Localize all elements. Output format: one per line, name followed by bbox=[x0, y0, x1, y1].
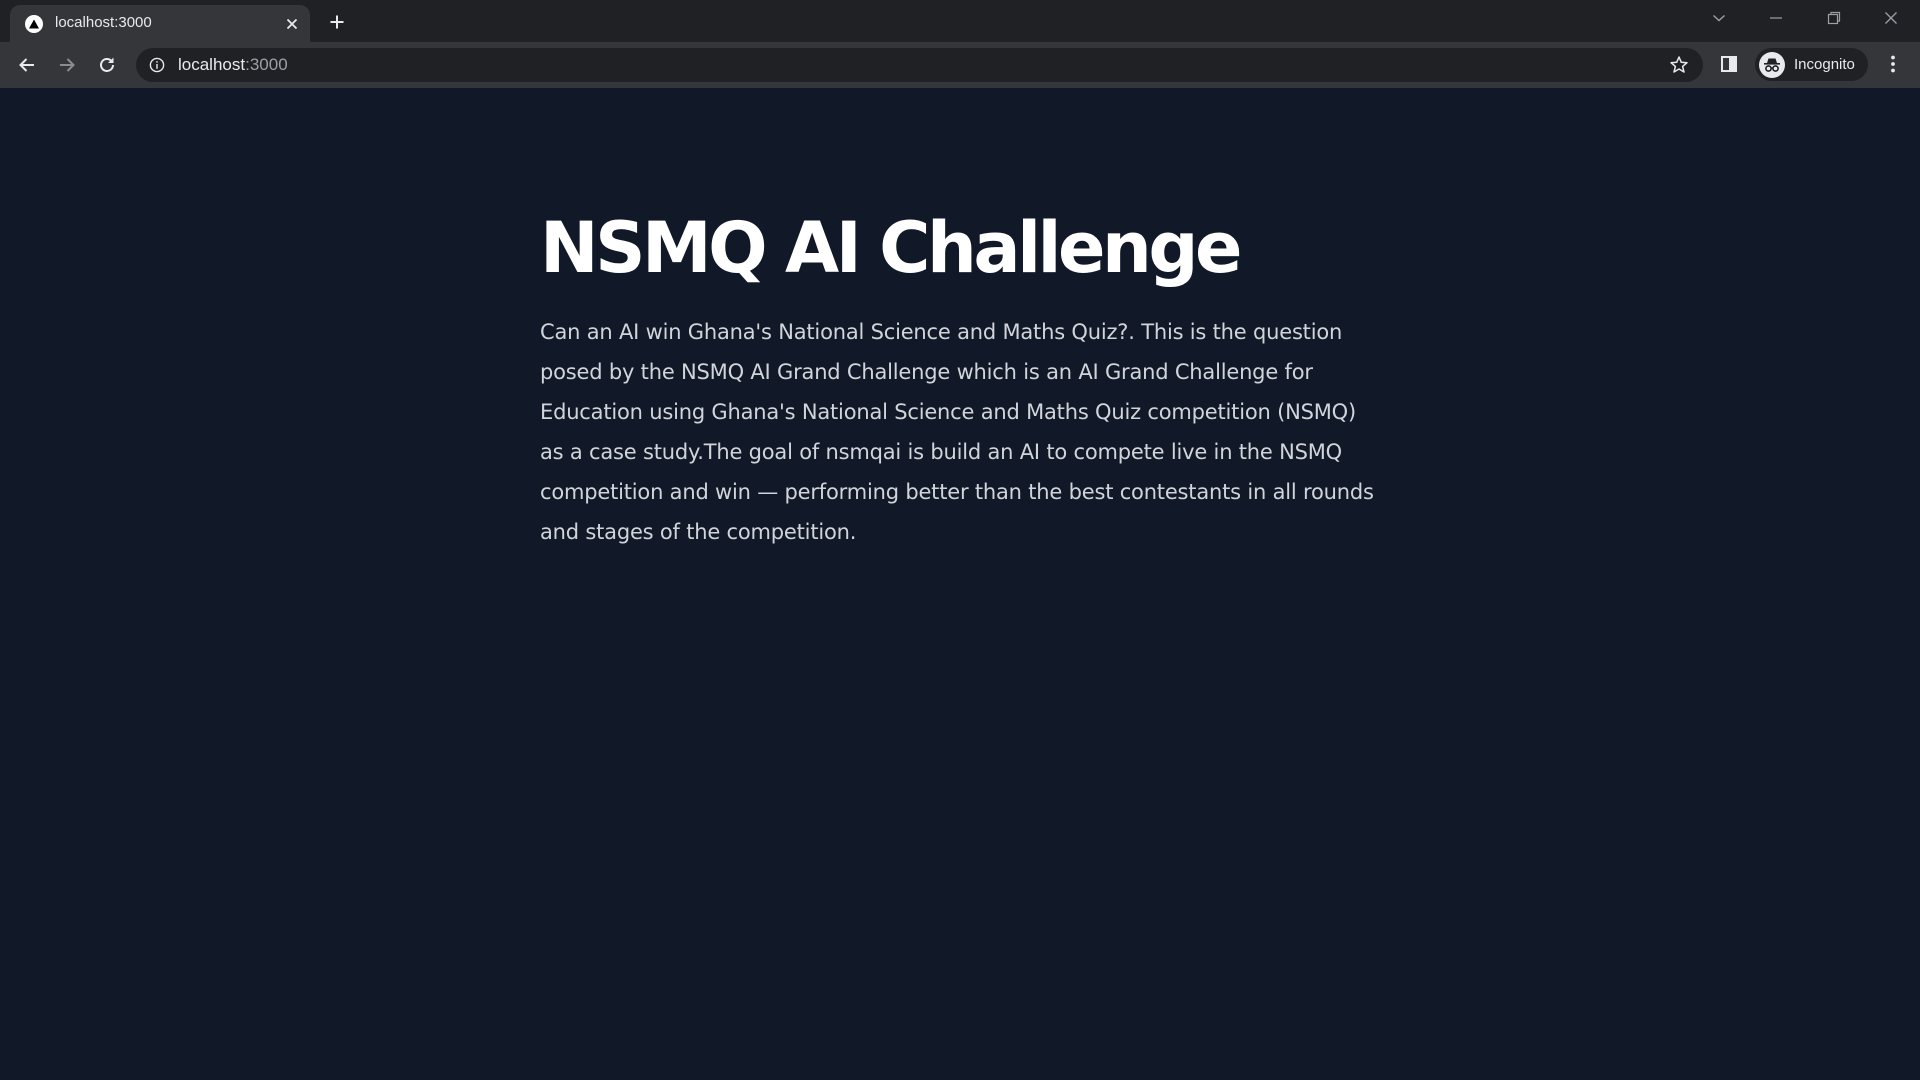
triangle-favicon-icon bbox=[25, 15, 43, 33]
page-description: Can an AI win Ghana's National Science a… bbox=[540, 320, 1374, 544]
tab-strip: localhost:3000 bbox=[0, 0, 1920, 42]
site-info-icon[interactable] bbox=[148, 56, 166, 74]
close-window-icon[interactable] bbox=[1876, 6, 1906, 30]
address-url[interactable]: localhost:3000 bbox=[178, 55, 288, 75]
address-bar[interactable]: localhost:3000 bbox=[136, 48, 1703, 82]
bookmark-star-icon[interactable] bbox=[1668, 54, 1690, 76]
hero-section: NSMQ AI Challenge Can an AI win Ghana's … bbox=[540, 206, 1380, 552]
browser-toolbar: localhost:3000 Incognito bbox=[0, 42, 1920, 89]
tab-search-chevron-down-icon[interactable] bbox=[1704, 6, 1734, 30]
page-title: NSMQ AI Challenge bbox=[540, 207, 1242, 289]
url-port: :3000 bbox=[245, 55, 288, 74]
new-tab-plus-icon[interactable] bbox=[325, 10, 349, 34]
side-panel-icon[interactable] bbox=[1716, 51, 1742, 77]
reload-icon[interactable] bbox=[93, 51, 121, 79]
browser-chrome: localhost:3000 localhost:3000 Incognito bbox=[0, 0, 1920, 89]
restore-window-icon[interactable] bbox=[1819, 6, 1849, 30]
incognito-profile-button[interactable]: Incognito bbox=[1755, 48, 1868, 81]
tab-title: localhost:3000 bbox=[55, 14, 152, 31]
minimize-icon[interactable] bbox=[1761, 6, 1791, 30]
page-body: NSMQ AI Challenge Can an AI win Ghana's … bbox=[0, 88, 1920, 1080]
url-host: localhost bbox=[178, 55, 246, 74]
more-menu-kebab-icon[interactable] bbox=[1880, 51, 1906, 77]
forward-arrow-icon[interactable] bbox=[53, 51, 81, 79]
back-arrow-icon[interactable] bbox=[13, 51, 41, 79]
incognito-label: Incognito bbox=[1794, 56, 1855, 73]
incognito-icon bbox=[1759, 52, 1785, 78]
close-tab-icon[interactable] bbox=[283, 15, 301, 33]
browser-tab[interactable]: localhost:3000 bbox=[10, 5, 310, 42]
